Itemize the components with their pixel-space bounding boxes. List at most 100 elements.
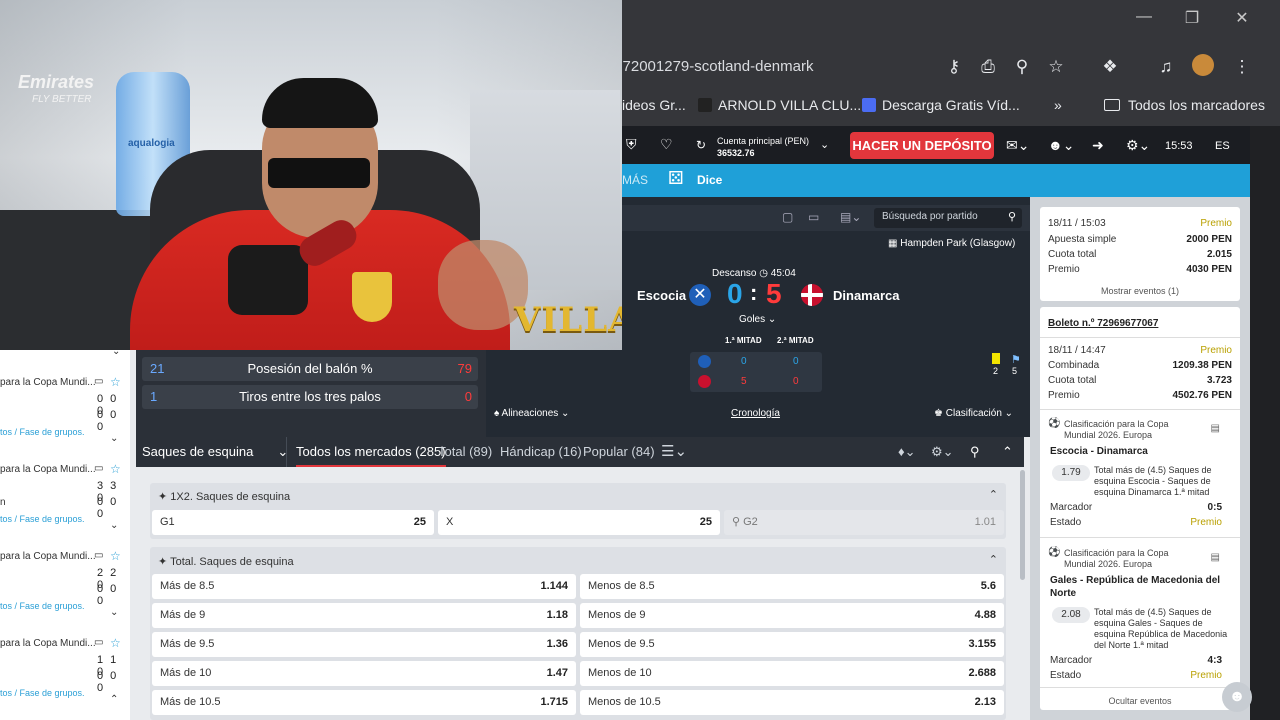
goals-selector[interactable]: Goles ⌄ (739, 314, 776, 325)
profile-avatar[interactable] (1192, 54, 1214, 76)
list-item-link[interactable]: tos / Fase de grupos. (0, 514, 85, 524)
list-item-link[interactable]: tos / Fase de grupos. (0, 688, 85, 698)
search-icon[interactable]: ⚲ (970, 437, 980, 467)
language-select[interactable]: ES (1215, 140, 1230, 152)
collapse-icon[interactable]: ⌃ (1002, 437, 1013, 467)
gear-icon[interactable]: ⚙⌄ (931, 437, 954, 467)
nav-dice[interactable]: Dice (697, 173, 722, 187)
list-item-link[interactable]: tos / Fase de grupos. (0, 601, 85, 611)
bookmark-2[interactable]: Descarga Gratis Víd... (862, 94, 1020, 116)
search-placeholder: Búsqueda por partido (882, 211, 978, 222)
odd-over[interactable]: Más de 10 1.47 (152, 661, 576, 686)
scrollbar[interactable] (1020, 470, 1025, 580)
settings-icon[interactable]: ⚙⌄ (1126, 137, 1150, 154)
tab-handicap[interactable]: Hándicap (16) (500, 437, 582, 467)
odd-x[interactable]: X 25 (438, 510, 720, 535)
odd-g1[interactable]: G1 25 (152, 510, 434, 535)
favorite-star-icon[interactable]: ☆ (110, 375, 121, 389)
list-item-title[interactable]: para la Copa Mundi... (0, 377, 96, 388)
favorite-star-icon[interactable]: ☆ (110, 462, 121, 476)
list-item-title[interactable]: para la Copa Mundi... (0, 551, 96, 562)
tab-total[interactable]: Total (89) (438, 437, 492, 467)
bet-date: 18/11 / 14:47 (1048, 345, 1106, 356)
chevron-up-icon[interactable]: ⌃ (110, 694, 118, 705)
lineups-link[interactable]: ♠ Alineaciones ⌄ (494, 408, 569, 419)
standings-link[interactable]: ♚ Clasificación ⌄ (934, 408, 1013, 419)
timeline-link[interactable]: Cronología (731, 408, 780, 419)
media-icon[interactable]: ♫ (1154, 55, 1178, 79)
minimize-icon[interactable]: — (1130, 8, 1158, 32)
pin-icon[interactable]: ✦ (158, 491, 167, 503)
odd-over[interactable]: Más de 8.5 1.144 (152, 574, 576, 599)
event-score: 0:5 (1207, 502, 1222, 513)
notify-icon[interactable]: ♦⌄ (898, 437, 916, 467)
tv-icon[interactable]: ▭ (94, 637, 103, 648)
bookmarks-overflow-icon[interactable]: » (1054, 94, 1062, 116)
mail-icon[interactable]: ✉⌄ (1006, 137, 1029, 154)
show-events-button[interactable]: Mostrar eventos (1) (1040, 286, 1240, 296)
list-view-icon[interactable]: ☰⌄ (661, 437, 687, 467)
bookmarks-folder[interactable]: Todos los marcadores (1104, 94, 1265, 116)
list-item-title[interactable]: para la Copa Mundi... (0, 464, 96, 475)
bookmark-0[interactable]: ideos Gr... (622, 94, 686, 116)
scotland-small-flag-icon (698, 355, 711, 368)
list-item-title[interactable]: para la Copa Mundi... (0, 638, 96, 649)
close-icon[interactable]: ✕ (1228, 8, 1256, 32)
bell-icon[interactable]: ♡ (660, 136, 673, 153)
favorite-star-icon[interactable]: ☆ (110, 636, 121, 650)
key-icon[interactable]: ⚷ (942, 55, 966, 79)
logout-icon[interactable]: ➜ (1092, 137, 1104, 154)
refresh-icon[interactable]: ↻ (696, 138, 706, 152)
install-icon[interactable]: ⎙ (976, 55, 1000, 79)
account-label[interactable]: Cuenta principal (PEN) (717, 136, 809, 146)
chart-icon[interactable]: ▤ (1211, 423, 1220, 434)
monitor-icon[interactable]: ▢ (782, 210, 793, 224)
event-search[interactable]: Búsqueda por partido ⚲ (874, 208, 1022, 228)
bookmark-1[interactable]: ARNOLD VILLA CLU... (698, 94, 861, 116)
tab-popular[interactable]: Popular (84) (583, 437, 655, 467)
star-icon[interactable]: ☆ (1044, 55, 1068, 79)
bet-odds-label: Cuota total (1048, 249, 1097, 260)
chevron-up-icon[interactable]: ⌃ (989, 488, 998, 501)
tv-icon[interactable]: ▭ (94, 463, 103, 474)
restore-icon[interactable]: ❐ (1178, 8, 1206, 32)
extensions-icon[interactable]: ❖ (1098, 55, 1122, 79)
chart-icon[interactable]: ▤ (1211, 552, 1220, 563)
tv-icon[interactable]: ▭ (808, 210, 819, 224)
zoom-icon[interactable]: ⚲ (1010, 55, 1034, 79)
stats-icon[interactable]: ▤⌄ (840, 210, 861, 224)
chevron-down-icon[interactable]: ⌄ (110, 433, 118, 444)
odd-over[interactable]: Más de 9.5 1.36 (152, 632, 576, 657)
odd-under[interactable]: Menos de 10 2.688 (580, 661, 1004, 686)
user-icon[interactable]: ☻⌄ (1048, 137, 1074, 154)
odd-under[interactable]: Menos de 9 4.88 (580, 603, 1004, 628)
away-team: Dinamarca (833, 288, 900, 303)
chevron-up-icon[interactable]: ⌃ (989, 553, 998, 566)
chevron-down-icon[interactable]: ⌄ (110, 520, 118, 531)
list-item-link[interactable]: tos / Fase de grupos. (0, 427, 85, 437)
tv-icon[interactable]: ▭ (94, 550, 103, 561)
bet-stake: 1209.38 PEN (1172, 360, 1233, 371)
chat-user-icon[interactable]: ☻ (1222, 682, 1252, 712)
hide-events-button[interactable]: Ocultar eventos (1040, 696, 1240, 706)
bookmark-favicon-icon (698, 98, 712, 112)
odd-under[interactable]: Menos de 10.5 2.13 (580, 690, 1004, 715)
shield-icon[interactable]: ⛨ (626, 136, 637, 153)
chevron-down-icon[interactable]: ⌄ (820, 138, 829, 151)
nav-bar: MÁS ⚄ Dice (622, 164, 1250, 197)
tab-all-markets[interactable]: Todos los mercados (285) (296, 437, 446, 467)
favorite-star-icon[interactable]: ☆ (110, 549, 121, 563)
bet-prize: 4030 PEN (1186, 264, 1232, 275)
pin-icon[interactable]: ✦ (158, 556, 167, 568)
nav-more[interactable]: MÁS (622, 173, 648, 187)
odd-under[interactable]: Menos de 9.5 3.155 (580, 632, 1004, 657)
deposit-button[interactable]: HACER UN DEPÓSITO (850, 132, 994, 159)
chevron-down-icon[interactable]: ⌄ (110, 607, 118, 618)
menu-icon[interactable]: ⋮ (1230, 55, 1254, 79)
odd-under[interactable]: Menos de 8.5 5.6 (580, 574, 1004, 599)
odd-over[interactable]: Más de 10.5 1.715 (152, 690, 576, 715)
ticket-number[interactable]: Boleto n.º 72969677067 (1048, 318, 1158, 329)
tv-icon[interactable]: ▭ (94, 376, 103, 387)
odd-over[interactable]: Más de 9 1.18 (152, 603, 576, 628)
market-group-select[interactable]: Saques de esquina ⌄ (142, 437, 288, 467)
